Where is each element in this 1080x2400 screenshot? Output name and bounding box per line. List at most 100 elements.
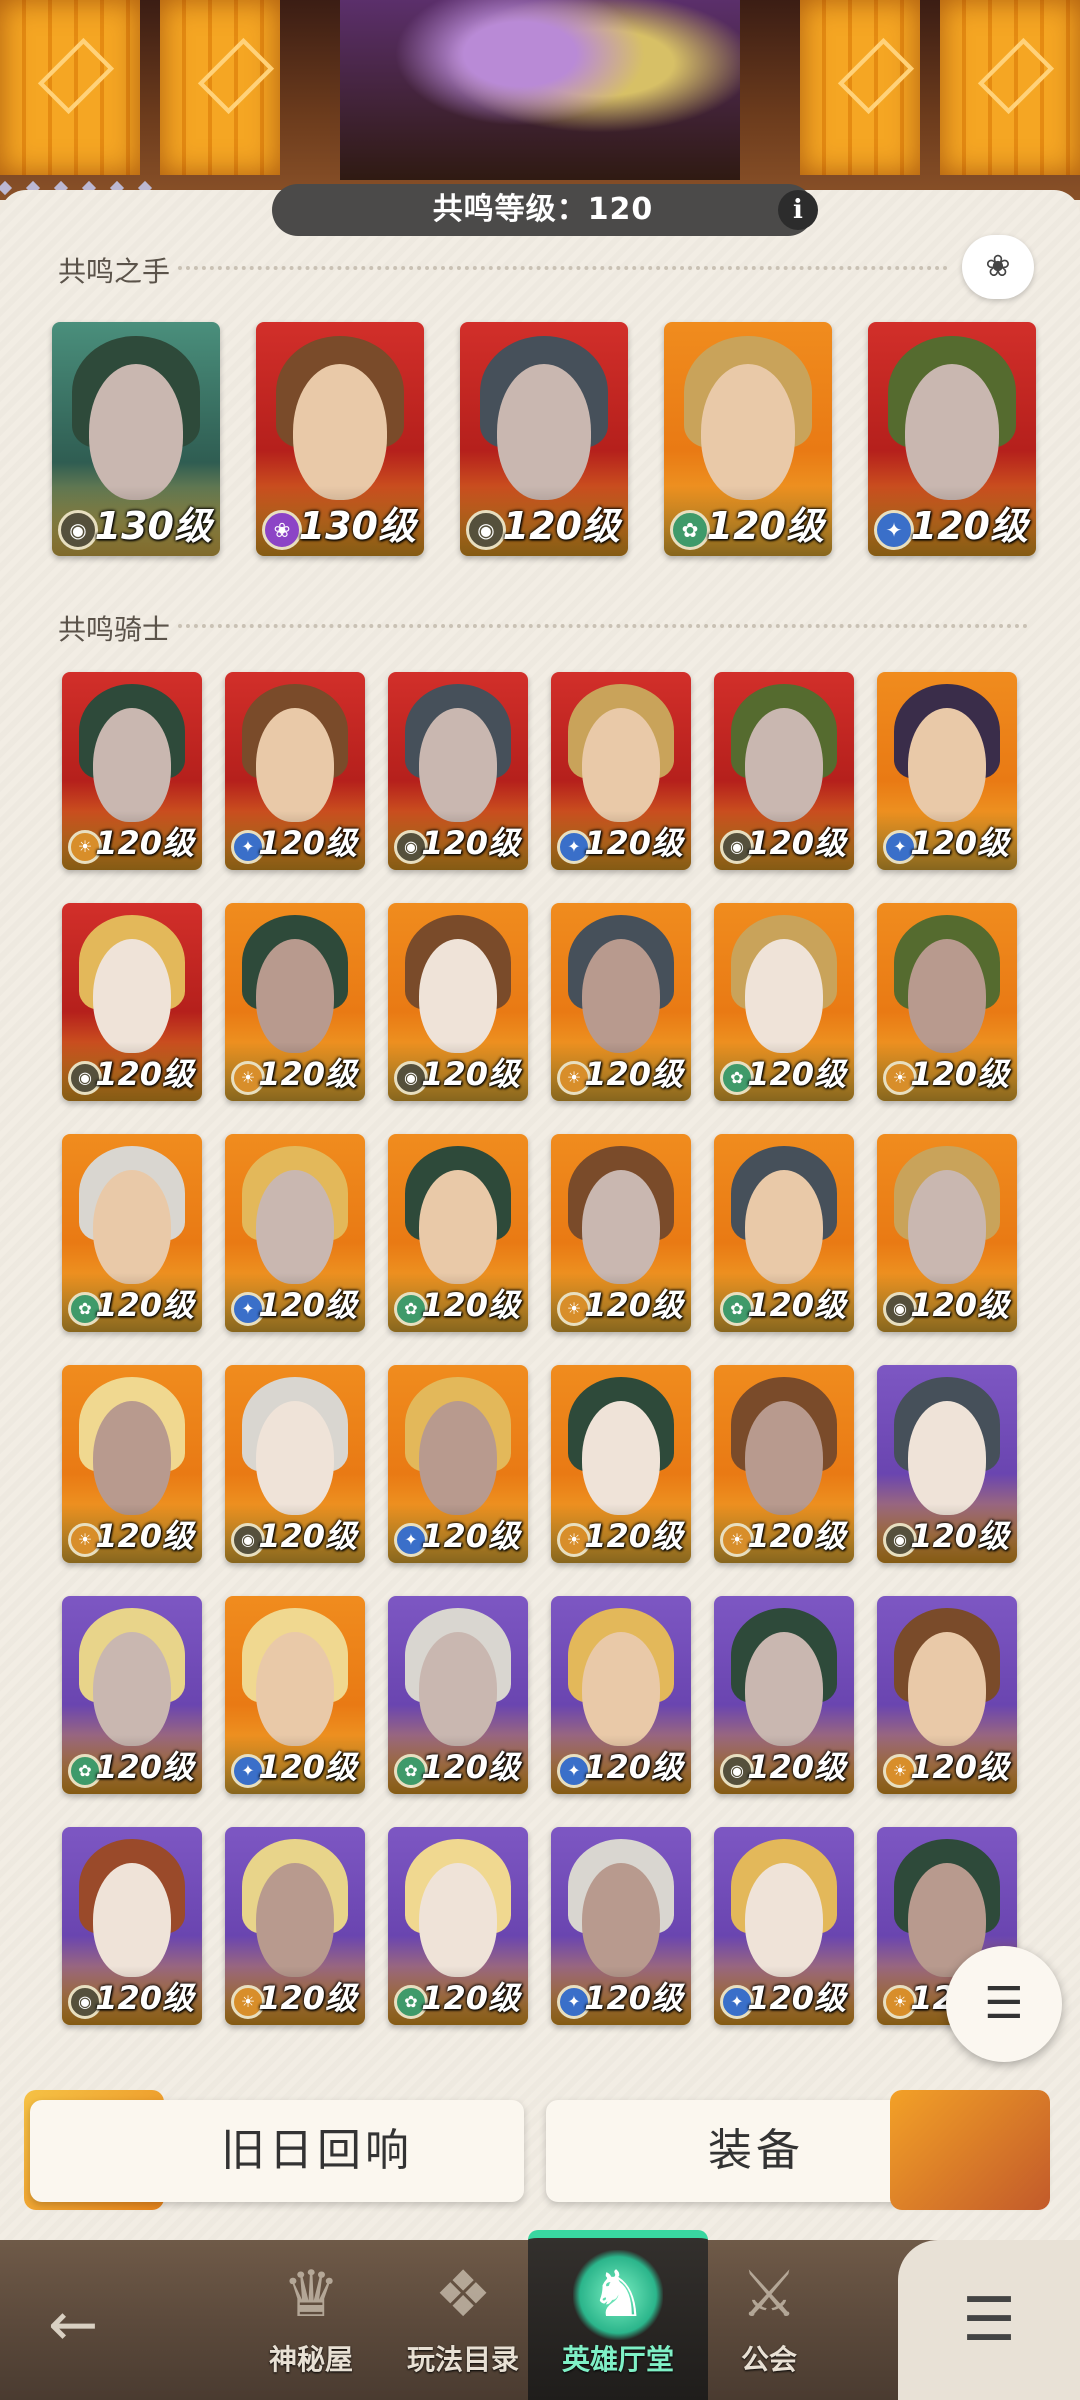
hero-card[interactable]: ✦ 120级 [225, 672, 365, 870]
hero-card[interactable]: ☀120级 [551, 1134, 691, 1332]
hero-level: 120级 [258, 1517, 357, 1555]
hero-card[interactable]: ✦ 120级 [877, 672, 1017, 870]
hero-card[interactable]: ◉ 120级 [714, 1596, 854, 1794]
hero-card[interactable]: ✿ 120级 [62, 1134, 202, 1332]
hero-card[interactable]: ◉ 120级 [714, 672, 854, 870]
nav-item-mystic-house[interactable]: ♛ 神秘屋 [236, 2250, 386, 2378]
hero-card[interactable]: ◉ 120级 [388, 903, 528, 1101]
hero-level: 120级 [910, 504, 1028, 548]
stained-glass-window [0, 0, 140, 175]
hero-card[interactable]: ☀120级 [551, 1365, 691, 1563]
hero-level: 120级 [747, 1748, 846, 1786]
feather-settings-button[interactable]: ❀ [962, 235, 1034, 299]
hero-level: 120级 [421, 824, 520, 862]
hero-card[interactable]: ✦ 120级 [225, 1134, 365, 1332]
hero-level: 120级 [910, 824, 1009, 862]
hero-level: 120级 [910, 1748, 1009, 1786]
hero-card[interactable]: ✦ 120级 [551, 672, 691, 870]
hero-face [255, 707, 335, 823]
hero-card[interactable]: ◉ 120级 [877, 1134, 1017, 1332]
hero-face [255, 1169, 335, 1285]
hero-card[interactable]: ☀120级 [714, 1365, 854, 1563]
hero-card[interactable]: ◉ 130级 [52, 322, 220, 556]
hero-statues-art [340, 0, 740, 180]
nav-item-game-modes[interactable]: ❖ 玩法目录 [388, 2250, 538, 2378]
hero-face [292, 364, 388, 500]
hero-face [744, 1631, 824, 1747]
hero-card[interactable]: ✦ 120级 [714, 1827, 854, 2025]
hero-level: 120级 [95, 824, 194, 862]
hero-face [744, 1169, 824, 1285]
hero-face [904, 364, 1000, 500]
hero-face [581, 707, 661, 823]
nav-item-guild[interactable]: ⚔ 公会 [694, 2250, 844, 2378]
hero-card[interactable]: ◉ 120级 [62, 903, 202, 1101]
hero-card[interactable]: ◉ 120级 [225, 1365, 365, 1563]
nav-item-hero-hall[interactable]: ♞ 英雄厅堂 [543, 2250, 693, 2378]
hero-level: 120级 [747, 1979, 846, 2017]
hero-card[interactable]: ◉ 120级 [460, 322, 628, 556]
hero-card[interactable]: ☀120级 [225, 903, 365, 1101]
hero-level: 120级 [421, 1748, 520, 1786]
faction-dark-icon: ◉ [58, 510, 98, 550]
faction-green-icon: ✿ [670, 510, 710, 550]
hero-card[interactable]: ◉ 120级 [877, 1365, 1017, 1563]
hero-face [700, 364, 796, 500]
stained-glass-window [940, 0, 1080, 175]
hero-face [255, 1400, 335, 1516]
hero-face [744, 1400, 824, 1516]
hero-card[interactable]: ✦ 120级 [388, 1365, 528, 1563]
hero-face [581, 938, 661, 1054]
hero-level: 120级 [95, 1286, 194, 1324]
hero-face [744, 938, 824, 1054]
hero-face [92, 707, 172, 823]
hero-face [418, 1631, 498, 1747]
hero-level: 120级 [421, 1979, 520, 2017]
hero-card[interactable]: ✿ 120级 [388, 1134, 528, 1332]
hero-card[interactable]: ☀120级 [62, 1365, 202, 1563]
nav-label: 神秘屋 [268, 2343, 353, 2376]
hero-card[interactable]: ✦ 120级 [225, 1596, 365, 1794]
hero-card[interactable]: ◉ 120级 [388, 672, 528, 870]
nav-label: 玩法目录 [406, 2343, 519, 2376]
hero-face [418, 1400, 498, 1516]
hero-card[interactable]: ✿ 120级 [714, 903, 854, 1101]
stained-glass-window [160, 0, 280, 175]
hero-card[interactable]: ✦ 120级 [551, 1827, 691, 2025]
hero-card[interactable]: ❀ 130级 [256, 322, 424, 556]
hero-face [907, 938, 987, 1054]
hero-level: 120级 [747, 824, 846, 862]
hero-card[interactable]: ☀120级 [225, 1827, 365, 2025]
hero-face [581, 1169, 661, 1285]
faction-purple-icon: ❀ [262, 510, 302, 550]
hero-level: 120级 [421, 1517, 520, 1555]
hero-card[interactable]: ✿ 120级 [664, 322, 832, 556]
hero-card[interactable]: ✿ 120级 [388, 1596, 528, 1794]
back-arrow-icon[interactable]: ← [48, 2290, 138, 2360]
hero-face [744, 1862, 824, 1978]
menu-button[interactable]: ☰ [898, 2240, 1080, 2400]
resonance-level-label: 共鸣等级： [432, 192, 588, 227]
hero-face [581, 1400, 661, 1516]
hero-level: 120级 [584, 1979, 683, 2017]
hero-card[interactable]: ☀120级 [877, 1596, 1017, 1794]
hero-card[interactable]: ☀120级 [877, 903, 1017, 1101]
hero-card[interactable]: ✦ 120级 [868, 322, 1036, 556]
hero-level: 130级 [94, 504, 212, 548]
hero-level: 120级 [258, 1748, 357, 1786]
hero-card[interactable]: ✿ 120级 [62, 1596, 202, 1794]
hero-level: 120级 [502, 504, 620, 548]
hero-card[interactable]: ✿ 120级 [714, 1134, 854, 1332]
hero-level: 120级 [584, 1517, 683, 1555]
filter-button[interactable]: ☰ [946, 1946, 1062, 2062]
hero-card[interactable]: ✿ 120级 [388, 1827, 528, 2025]
hero-card[interactable]: ☀120级 [62, 672, 202, 870]
section-divider [178, 624, 1028, 628]
echo-button[interactable]: 旧日回响 [30, 2100, 524, 2202]
hero-card[interactable]: ✦ 120级 [551, 1596, 691, 1794]
hero-level: 120级 [584, 1055, 683, 1093]
hero-face [92, 1862, 172, 1978]
hero-card[interactable]: ◉ 120级 [62, 1827, 202, 2025]
hero-card[interactable]: ☀120级 [551, 903, 691, 1101]
info-button[interactable]: i [778, 190, 818, 230]
